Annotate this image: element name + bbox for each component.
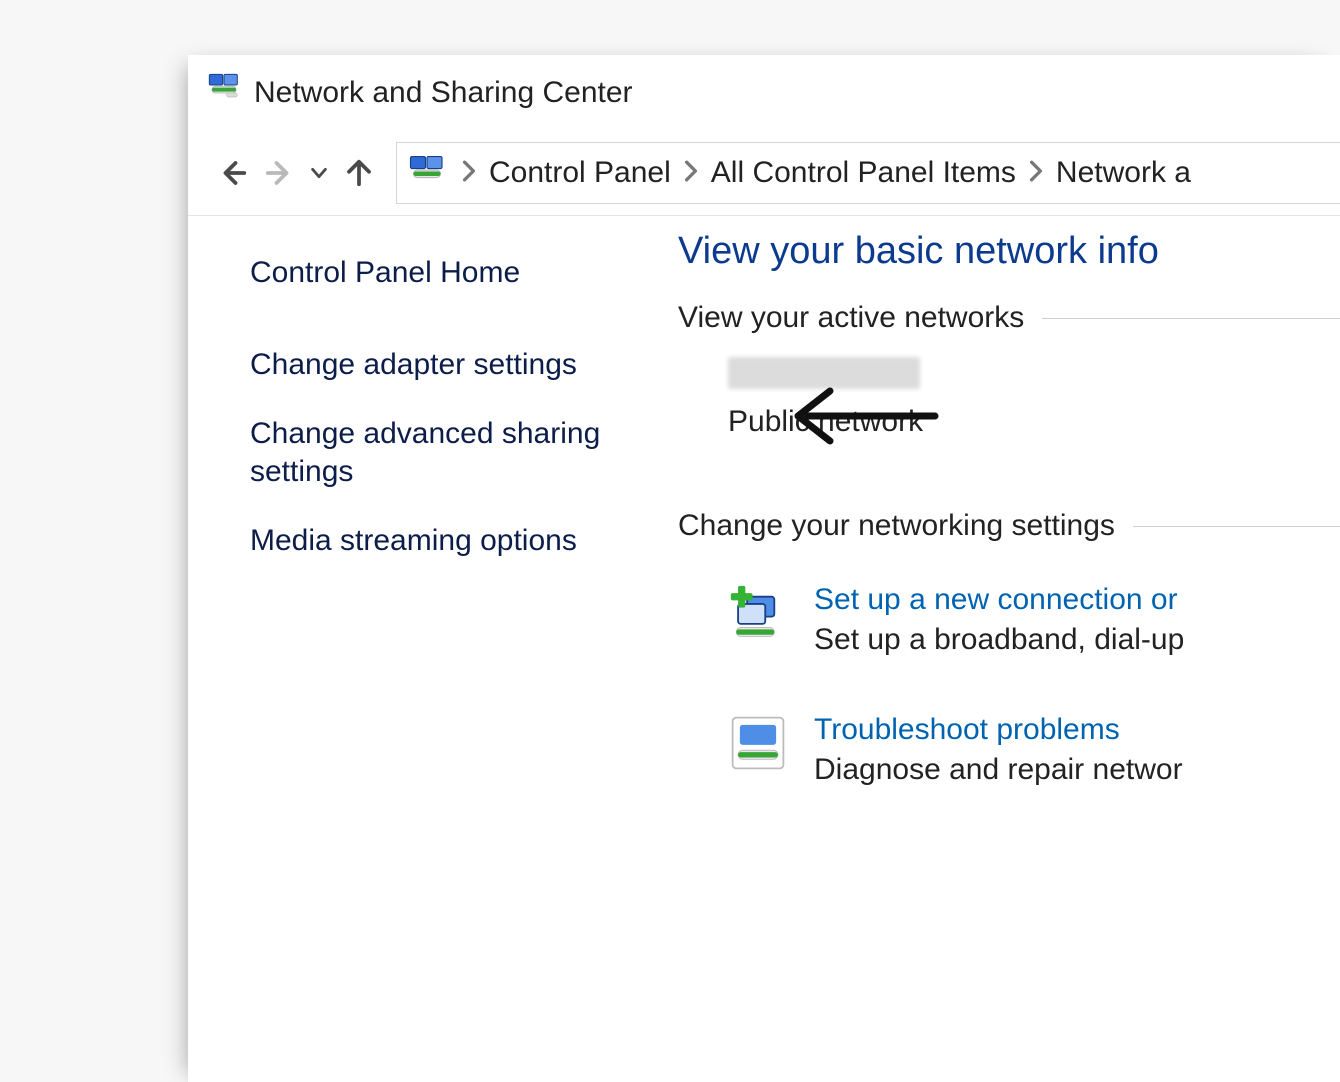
sidebar-link-change-adapter-settings[interactable]: Change adapter settings	[250, 346, 630, 384]
navigation-bar: Control Panel All Control Panel Items Ne…	[188, 131, 1340, 216]
back-button[interactable]	[210, 150, 256, 196]
desc-setup-new-connection: Set up a broadband, dial-up	[814, 623, 1184, 657]
settings-list: Set up a new connection or Set up a broa…	[678, 583, 1340, 787]
section-rule	[1042, 318, 1340, 319]
setup-connection-icon	[728, 583, 788, 643]
breadcrumb-item-current[interactable]: Network a	[1054, 156, 1193, 190]
link-setup-new-connection[interactable]: Set up a new connection or	[814, 583, 1184, 617]
section-title-change-settings: Change your networking settings	[678, 509, 1115, 543]
link-troubleshoot-problems[interactable]: Troubleshoot problems	[814, 713, 1183, 747]
window-title: Network and Sharing Center	[254, 76, 633, 110]
address-bar[interactable]: Control Panel All Control Panel Items Ne…	[396, 142, 1340, 204]
redacted-network-name	[728, 357, 920, 389]
settings-text: Troubleshoot problems Diagnose and repai…	[814, 713, 1183, 787]
network-type-label: Public network	[728, 405, 1340, 439]
section-change-settings: Change your networking settings	[678, 509, 1340, 543]
chevron-right-icon[interactable]	[1018, 158, 1054, 189]
breadcrumb-item-control-panel[interactable]: Control Panel	[487, 156, 673, 190]
content-area: Control Panel Home Change adapter settin…	[188, 216, 1340, 787]
settings-item-troubleshoot: Troubleshoot problems Diagnose and repai…	[678, 713, 1340, 787]
active-network-block: Public network	[678, 335, 1340, 439]
recent-locations-button[interactable]	[302, 150, 336, 196]
network-sharing-center-window: Network and Sharing Center	[188, 55, 1340, 1082]
sidebar-link-change-advanced-sharing[interactable]: Change advanced sharing settings	[250, 415, 630, 490]
desc-troubleshoot-problems: Diagnose and repair networ	[814, 753, 1183, 787]
section-title-active-networks: View your active networks	[678, 301, 1024, 335]
chevron-right-icon[interactable]	[451, 158, 487, 189]
window-title-row: Network and Sharing Center	[188, 55, 1340, 131]
settings-item-setup-connection: Set up a new connection or Set up a broa…	[678, 583, 1340, 657]
up-button[interactable]	[336, 150, 382, 196]
sidebar-link-control-panel-home[interactable]: Control Panel Home	[250, 254, 630, 292]
breadcrumb-item-all-items[interactable]: All Control Panel Items	[709, 156, 1018, 190]
troubleshoot-icon	[728, 713, 788, 773]
main-panel: View your basic network info View your a…	[678, 216, 1340, 787]
network-center-icon	[208, 73, 240, 113]
section-active-networks: View your active networks	[678, 301, 1340, 335]
sidebar: Control Panel Home Change adapter settin…	[188, 216, 678, 592]
forward-button[interactable]	[256, 150, 302, 196]
address-bar-icon	[407, 155, 451, 191]
sidebar-link-media-streaming-options[interactable]: Media streaming options	[250, 522, 630, 560]
settings-text: Set up a new connection or Set up a broa…	[814, 583, 1184, 657]
chevron-right-icon[interactable]	[673, 158, 709, 189]
main-heading: View your basic network info	[678, 230, 1340, 273]
section-rule	[1133, 526, 1340, 527]
